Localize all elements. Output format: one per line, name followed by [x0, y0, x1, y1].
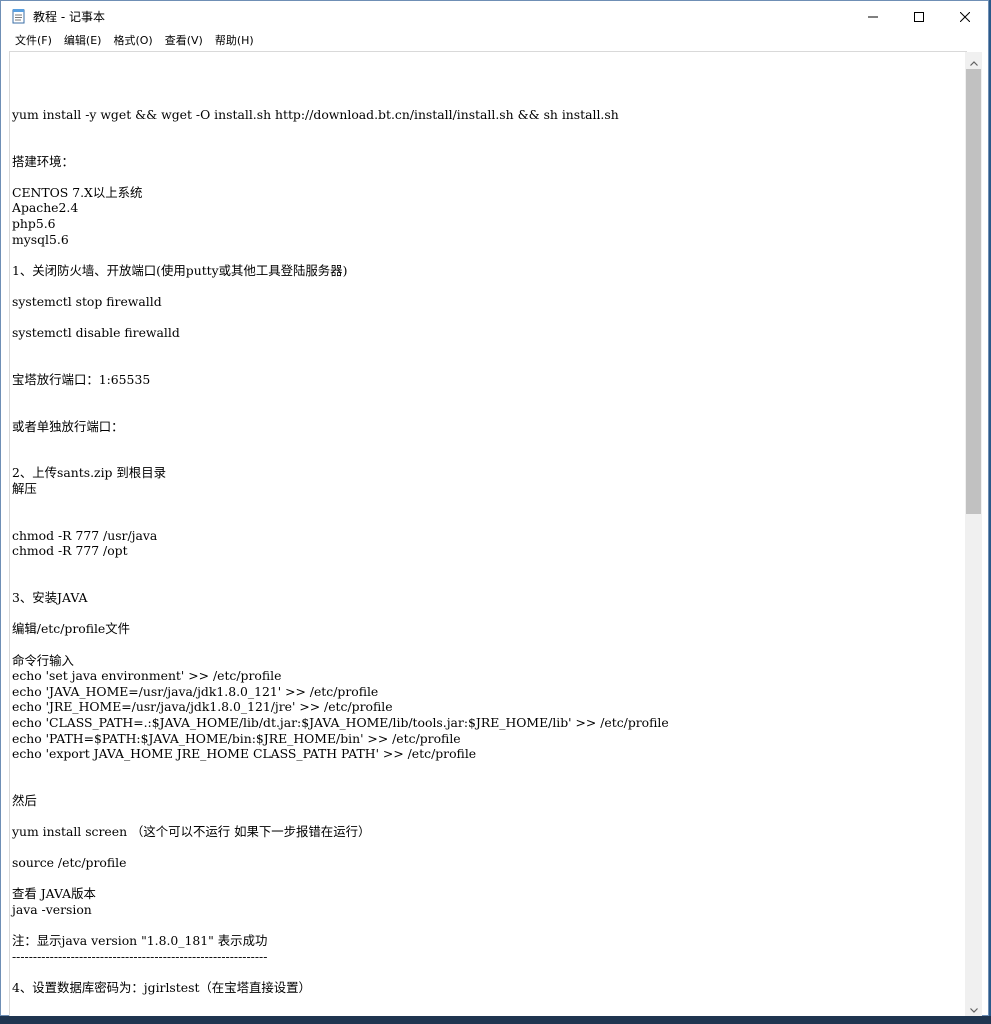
text-line: 搭建环境：: [12, 153, 74, 169]
text-line: [12, 871, 967, 887]
text-line: chmod -R 777 /usr/java: [12, 527, 158, 543]
document-text[interactable]: yum install -y wget && wget -O install.s…: [12, 60, 967, 1016]
text-line: [12, 434, 967, 450]
text-line: echo 'PATH=$PATH:$JAVA_HOME/bin:$JRE_HOM…: [12, 730, 461, 746]
vertical-scrollbar[interactable]: [965, 52, 982, 1016]
maximize-button[interactable]: [896, 1, 942, 31]
text-line: 然后: [12, 792, 37, 808]
close-icon: [959, 7, 971, 26]
text-line: 或者单独放行端口：: [12, 418, 124, 434]
text-line: systemctl stop firewalld: [12, 293, 162, 309]
text-line: echo 'JRE_HOME=/usr/java/jdk1.8.0_121/jr…: [12, 699, 393, 715]
text-line: [12, 762, 967, 778]
text-line: [12, 76, 967, 92]
text-line: [12, 512, 967, 528]
close-button[interactable]: [942, 1, 988, 31]
text-line: chmod -R 777 /opt: [12, 543, 128, 559]
text-line: [12, 247, 967, 263]
menu-view[interactable]: 查看(V): [159, 31, 209, 51]
title-bar[interactable]: 教程 - 记事本: [1, 1, 988, 31]
text-line: [12, 637, 967, 653]
text-line: echo 'JAVA_HOME=/usr/java/jdk1.8.0_121' …: [12, 683, 379, 699]
text-line: 注：显示java version "1.8.0_181" 表示成功: [12, 933, 268, 949]
text-line: echo 'export JAVA_HOME JRE_HOME CLASS_PA…: [12, 746, 477, 762]
text-line: 3、安装JAVA: [12, 590, 88, 606]
text-line: yum install -y wget && wget -O install.s…: [12, 106, 619, 122]
text-line: [12, 387, 967, 403]
text-line: CENTOS 7.X以上系统: [12, 184, 143, 200]
text-line: [12, 278, 967, 294]
text-line: [12, 964, 967, 980]
text-line: 解压: [12, 481, 37, 497]
text-editor[interactable]: yum install -y wget && wget -O install.s…: [9, 51, 967, 1016]
text-line: [12, 341, 967, 357]
menu-bar: 文件(F) 编辑(E) 格式(O) 查看(V) 帮助(H): [1, 31, 988, 51]
text-line: [12, 403, 967, 419]
text-line: Apache2.4: [12, 200, 79, 216]
menu-edit[interactable]: 编辑(E): [58, 31, 108, 51]
text-line: [12, 840, 967, 856]
text-line: 命令行输入: [12, 652, 74, 668]
text-line: java -version: [12, 902, 92, 918]
text-line: mysql5.6: [12, 231, 69, 247]
text-line: php5.6: [12, 215, 56, 231]
text-line: [12, 310, 967, 326]
text-line: [12, 497, 967, 513]
text-line: source /etc/profile: [12, 855, 127, 871]
text-line: [12, 122, 967, 138]
text-line: 1、关闭防火墙、开放端口(使用putty或其他工具登陆服务器): [12, 262, 348, 278]
text-line: [12, 559, 967, 575]
window-title: 教程 - 记事本: [33, 9, 105, 24]
menu-format[interactable]: 格式(O): [107, 31, 158, 51]
chevron-down-icon: [969, 998, 978, 1017]
text-line: systemctl disable firewalld: [12, 325, 180, 341]
text-line: [12, 575, 967, 591]
maximize-icon: [914, 7, 924, 26]
notepad-window: 教程 - 记事本 文件(F) 编辑(E) 格式(O) 查看(V) 帮助(H) y…: [0, 0, 989, 1016]
text-line: [12, 809, 967, 825]
text-line: [12, 450, 967, 466]
text-line: echo 'set java environment' >> /etc/prof…: [12, 668, 282, 684]
notepad-icon: [11, 8, 27, 24]
scroll-up-button[interactable]: [965, 52, 982, 69]
text-line: 4、设置数据库密码为：jgirlstest（在宝塔直接设置）: [12, 980, 311, 996]
minimize-icon: [868, 7, 878, 26]
text-line: [12, 169, 967, 185]
menu-help[interactable]: 帮助(H): [209, 31, 260, 51]
chevron-up-icon: [969, 51, 978, 70]
text-line: [12, 606, 967, 622]
window-controls: [850, 1, 988, 31]
menu-file[interactable]: 文件(F): [9, 31, 58, 51]
text-line: ----------------------------------------…: [12, 948, 268, 964]
text-line: [12, 138, 967, 154]
text-line: [12, 60, 967, 76]
scroll-down-button[interactable]: [965, 999, 982, 1016]
text-line: echo 'CLASS_PATH=.:$JAVA_HOME/lib/dt.jar…: [12, 714, 669, 730]
text-line: 2、上传sants.zip 到根目录: [12, 465, 166, 481]
text-line: 宝塔放行端口：1:65535: [12, 371, 151, 387]
text-line: 查看 JAVA版本: [12, 886, 96, 902]
text-line: yum install screen （这个可以不运行 如果下一步报错在运行）: [12, 824, 371, 840]
text-line: [12, 356, 967, 372]
scroll-thumb[interactable]: [966, 69, 981, 514]
text-line: [12, 918, 967, 934]
text-line: [12, 91, 967, 107]
taskbar-edge: [0, 1016, 991, 1024]
text-line: [12, 996, 967, 1012]
minimize-button[interactable]: [850, 1, 896, 31]
text-line: [12, 777, 967, 793]
text-line: 编辑/etc/profile文件: [12, 621, 131, 637]
